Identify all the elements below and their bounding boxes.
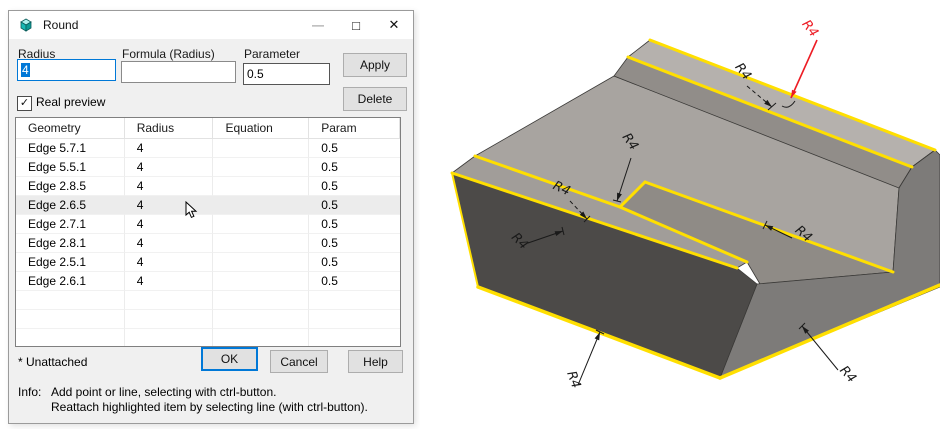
parameter-label: Parameter [244, 47, 300, 61]
real-preview-checkbox[interactable]: ✓ [17, 96, 32, 111]
unattached-note: * Unattached [18, 355, 87, 369]
round-dialog: Round — □ ✕ Radius Formula (Radius) Para… [8, 10, 414, 424]
radius-annotation-label[interactable]: R4 [563, 369, 583, 390]
ok-button[interactable]: OK [201, 347, 258, 371]
radius-annotation-label[interactable]: R4 [799, 17, 821, 40]
radius-annotation[interactable]: R4 [563, 330, 604, 391]
header-geometry[interactable]: Geometry [16, 118, 125, 139]
table-row-empty [16, 310, 400, 329]
table-row[interactable]: Edge 5.7.1 4 0.5 [16, 139, 400, 158]
table-row-empty [16, 329, 400, 347]
mouse-cursor [185, 201, 199, 219]
real-preview-label: Real preview [36, 95, 105, 109]
info-line1: Add point or line, selecting with ctrl-b… [51, 385, 368, 400]
header-param[interactable]: Param [309, 118, 400, 139]
title-bar[interactable]: Round — □ ✕ [9, 11, 413, 39]
close-button[interactable]: ✕ [375, 11, 413, 39]
cancel-button[interactable]: Cancel [270, 350, 328, 373]
help-button[interactable]: Help [348, 350, 403, 373]
table-row[interactable]: Edge 2.7.1 4 0.5 [16, 215, 400, 234]
edges-table[interactable]: Geometry Radius Equation Param Edge 5.7.… [15, 117, 401, 347]
maximize-button[interactable]: □ [337, 11, 375, 39]
formula-label: Formula (Radius) [122, 47, 215, 61]
checkmark-icon: ✓ [20, 98, 29, 109]
table-row[interactable]: Edge 2.8.5 4 0.5 [16, 177, 400, 196]
parameter-value: 0.5 [247, 67, 264, 81]
table-header: Geometry Radius Equation Param [16, 118, 400, 139]
radius-input[interactable]: 4 [17, 59, 116, 81]
minimize-button[interactable]: — [299, 11, 337, 39]
table-row-empty [16, 291, 400, 310]
delete-button[interactable]: Delete [343, 87, 407, 111]
table-row-selected[interactable]: Edge 2.6.5 4 0.5 [16, 196, 400, 215]
info-text: Info: Add point or line, selecting with … [18, 385, 368, 415]
table-row[interactable]: Edge 2.8.1 4 0.5 [16, 234, 400, 253]
parameter-input[interactable]: 0.5 [243, 63, 330, 85]
radius-annotation-label[interactable]: R4 [836, 363, 859, 386]
table-row[interactable]: Edge 2.5.1 4 0.5 [16, 253, 400, 272]
part-preview: R4 R4 R4 R4 [420, 0, 940, 429]
table-row[interactable]: Edge 5.5.1 4 0.5 [16, 158, 400, 177]
formula-input[interactable] [121, 61, 236, 83]
header-radius[interactable]: Radius [125, 118, 214, 139]
3d-viewport[interactable]: R4 R4 R4 R4 [420, 0, 940, 429]
dialog-title: Round [43, 18, 78, 32]
radius-value: 4 [21, 63, 30, 77]
apply-button[interactable]: Apply [343, 53, 407, 77]
round-tool-icon [18, 17, 34, 33]
info-line2: Reattach highlighted item by selecting l… [51, 400, 368, 415]
header-equation[interactable]: Equation [213, 118, 309, 139]
info-label: Info: [18, 385, 51, 415]
screen: Round — □ ✕ Radius Formula (Radius) Para… [0, 0, 940, 429]
table-row[interactable]: Edge 2.6.1 4 0.5 [16, 272, 400, 291]
